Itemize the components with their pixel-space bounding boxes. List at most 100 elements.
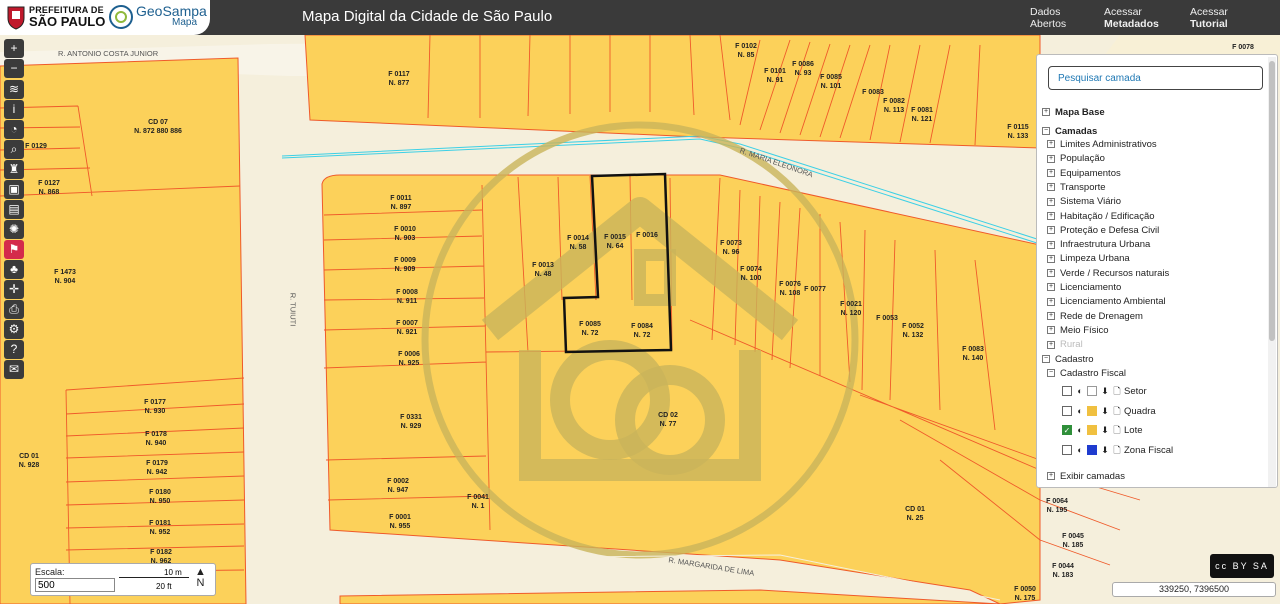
panel-scroll-thumb[interactable] — [1269, 61, 1275, 341]
help-icon[interactable]: ? — [4, 340, 24, 359]
lot-number: N. 96 — [722, 249, 740, 256]
lot-label: F 0102 N. 85 — [735, 42, 757, 60]
layer-group-item[interactable]: + Proteção e Defesa Civil — [1047, 224, 1159, 237]
layer-checkbox[interactable] — [1062, 386, 1072, 397]
layer-group-item[interactable]: + Sistema Viário — [1047, 195, 1121, 208]
expand-icon[interactable]: + — [1047, 183, 1055, 192]
info-icon[interactable]: i — [4, 100, 24, 119]
layer-group-item[interactable]: + Licenciamento Ambiental — [1047, 295, 1166, 308]
map-share-icon[interactable]: ⚑ — [4, 240, 24, 259]
expand-icon[interactable]: + — [1047, 283, 1055, 292]
expand-icon[interactable]: + — [1047, 154, 1055, 163]
zoom-out-icon[interactable]: − — [4, 59, 24, 78]
settings-icon[interactable]: ⚙ — [4, 320, 24, 339]
expand-icon[interactable]: + — [1047, 140, 1055, 149]
expand-icon[interactable]: + — [1047, 197, 1055, 206]
lot-number: N. 93 — [794, 70, 812, 77]
layer-group-item[interactable]: + Transporte — [1047, 181, 1106, 194]
lot-label: F 0085 N. 101 — [820, 73, 842, 91]
expand-icon[interactable]: + — [1047, 472, 1055, 481]
printer-icon[interactable]: ⎙ — [4, 300, 24, 319]
layer-row[interactable]: ✓ ◐ ⬇ 🗋 Lote — [1062, 425, 1143, 440]
collapse-icon[interactable]: − — [1042, 127, 1050, 136]
download-icon[interactable]: ⬇ — [1100, 425, 1110, 435]
layer-checkbox[interactable] — [1062, 405, 1072, 416]
metadata-icon[interactable]: 🗋 — [1112, 386, 1122, 396]
layer-group-item[interactable]: + Verde / Recursos naturais — [1047, 267, 1169, 280]
layer-row[interactable]: ◐ ⬇ 🗋 Setor — [1062, 386, 1147, 401]
layer-row[interactable]: ◐ ⬇ 🗋 Quadra — [1062, 406, 1156, 421]
mapa-base-node[interactable]: + Mapa Base — [1042, 106, 1105, 119]
lot-code: CD 07 — [148, 119, 168, 126]
collapse-icon[interactable]: − — [1047, 369, 1055, 378]
dados-abertos-link[interactable]: Dados Abertos — [1030, 6, 1066, 30]
creative-commons-badge-icon[interactable]: cc BY SA — [1210, 554, 1274, 578]
layer-group-item[interactable]: + População — [1047, 152, 1105, 165]
expand-icon[interactable]: + — [1047, 240, 1055, 249]
cadastro-label: Cadastro — [1055, 354, 1094, 365]
layer-group-item[interactable]: + Infraestrutura Urbana — [1047, 238, 1150, 251]
layers-icon[interactable]: ≋ — [4, 80, 24, 99]
expand-icon[interactable]: + — [1047, 211, 1055, 220]
opacity-icon[interactable]: ◐ — [1075, 425, 1085, 435]
save-icon[interactable]: ▣ — [4, 180, 24, 199]
expand-icon[interactable]: + — [1047, 340, 1055, 349]
print-map-icon[interactable]: ▤ — [4, 200, 24, 219]
layer-checkbox[interactable] — [1062, 444, 1072, 455]
lot-code: F 0077 — [804, 286, 826, 293]
metadata-icon[interactable]: 🗋 — [1112, 406, 1122, 416]
exibir-camadas-node[interactable]: + Exibir camadas — [1047, 470, 1125, 483]
opacity-icon[interactable]: ◐ — [1075, 386, 1085, 396]
zoom-in-icon[interactable]: + — [4, 39, 24, 58]
acessar-metadados-link[interactable]: Acessar Metadados — [1104, 6, 1159, 30]
layer-group-item[interactable]: + Licenciamento — [1047, 281, 1121, 294]
expand-icon[interactable]: + — [1047, 269, 1055, 278]
layer-row[interactable]: ◐ ⬇ 🗋 Zona Fiscal — [1062, 445, 1173, 460]
email-icon[interactable]: ✉ — [4, 360, 24, 379]
crosshair-icon[interactable]: ✛ — [4, 280, 24, 299]
expand-icon[interactable]: + — [1042, 108, 1050, 117]
layer-group-label: Rede de Drenagem — [1060, 310, 1143, 322]
layer-group-item[interactable]: + Limites Administrativos — [1047, 138, 1157, 151]
opacity-icon[interactable]: ◐ — [1075, 445, 1085, 455]
page-title: Mapa Digital da Cidade de São Paulo — [302, 8, 553, 25]
sao-paulo-label: SÃO PAULO — [29, 14, 106, 29]
download-icon[interactable]: ⬇ — [1100, 386, 1110, 396]
metadata-icon[interactable]: 🗋 — [1112, 445, 1122, 455]
camadas-node[interactable]: − Camadas — [1042, 125, 1097, 138]
network-icon[interactable]: ✺ — [4, 220, 24, 239]
layer-group-label: Verde / Recursos naturais — [1060, 267, 1170, 279]
collapse-icon[interactable]: − — [1042, 355, 1050, 364]
search-icon[interactable]: ⌕ — [4, 140, 24, 159]
cadastro-fiscal-node[interactable]: − Cadastro Fiscal — [1047, 367, 1126, 380]
layer-group-item[interactable]: + Meio Físico — [1047, 324, 1109, 337]
top-header: PREFEITURA DE SÃO PAULO GeoSampa Mapa Ma… — [0, 0, 1280, 35]
layer-group-item[interactable]: + Habitação / Edificação — [1047, 210, 1155, 223]
expand-icon[interactable]: + — [1047, 169, 1055, 178]
layer-group-item[interactable]: + Rural — [1047, 338, 1083, 351]
lot-number: N. 108 — [779, 290, 801, 297]
tree-icon[interactable]: ♣ — [4, 260, 24, 279]
download-icon[interactable]: ⬇ — [1100, 406, 1110, 416]
layer-group-item[interactable]: + Limpeza Urbana — [1047, 252, 1130, 265]
opacity-icon[interactable]: ◐ — [1075, 406, 1085, 416]
expand-icon[interactable]: + — [1047, 312, 1055, 321]
expand-icon[interactable]: + — [1047, 226, 1055, 235]
download-icon[interactable]: ⬇ — [1100, 445, 1110, 455]
expand-icon[interactable]: + — [1047, 326, 1055, 335]
acessar-tutorial-link[interactable]: Acessar Tutorial — [1190, 6, 1228, 30]
layer-group-item[interactable]: + Equipamentos — [1047, 167, 1121, 180]
metadata-icon[interactable]: 🗋 — [1112, 425, 1122, 435]
lot-code: F 0010 — [394, 226, 416, 233]
layer-group-item[interactable]: + Rede de Drenagem — [1047, 310, 1143, 323]
logo-area[interactable]: PREFEITURA DE SÃO PAULO GeoSampa Mapa — [0, 0, 210, 35]
cadastro-node[interactable]: − Cadastro — [1042, 353, 1094, 366]
scale-input[interactable] — [35, 578, 115, 592]
lot-number: N. 877 — [388, 80, 410, 87]
layer-checkbox[interactable]: ✓ — [1062, 425, 1072, 436]
expand-icon[interactable]: + — [1047, 254, 1055, 263]
measure-icon[interactable]: ◔ — [4, 120, 24, 139]
expand-icon[interactable]: + — [1047, 297, 1055, 306]
layer-search-input[interactable] — [1048, 66, 1263, 90]
street-view-icon[interactable]: ♜ — [4, 160, 24, 179]
